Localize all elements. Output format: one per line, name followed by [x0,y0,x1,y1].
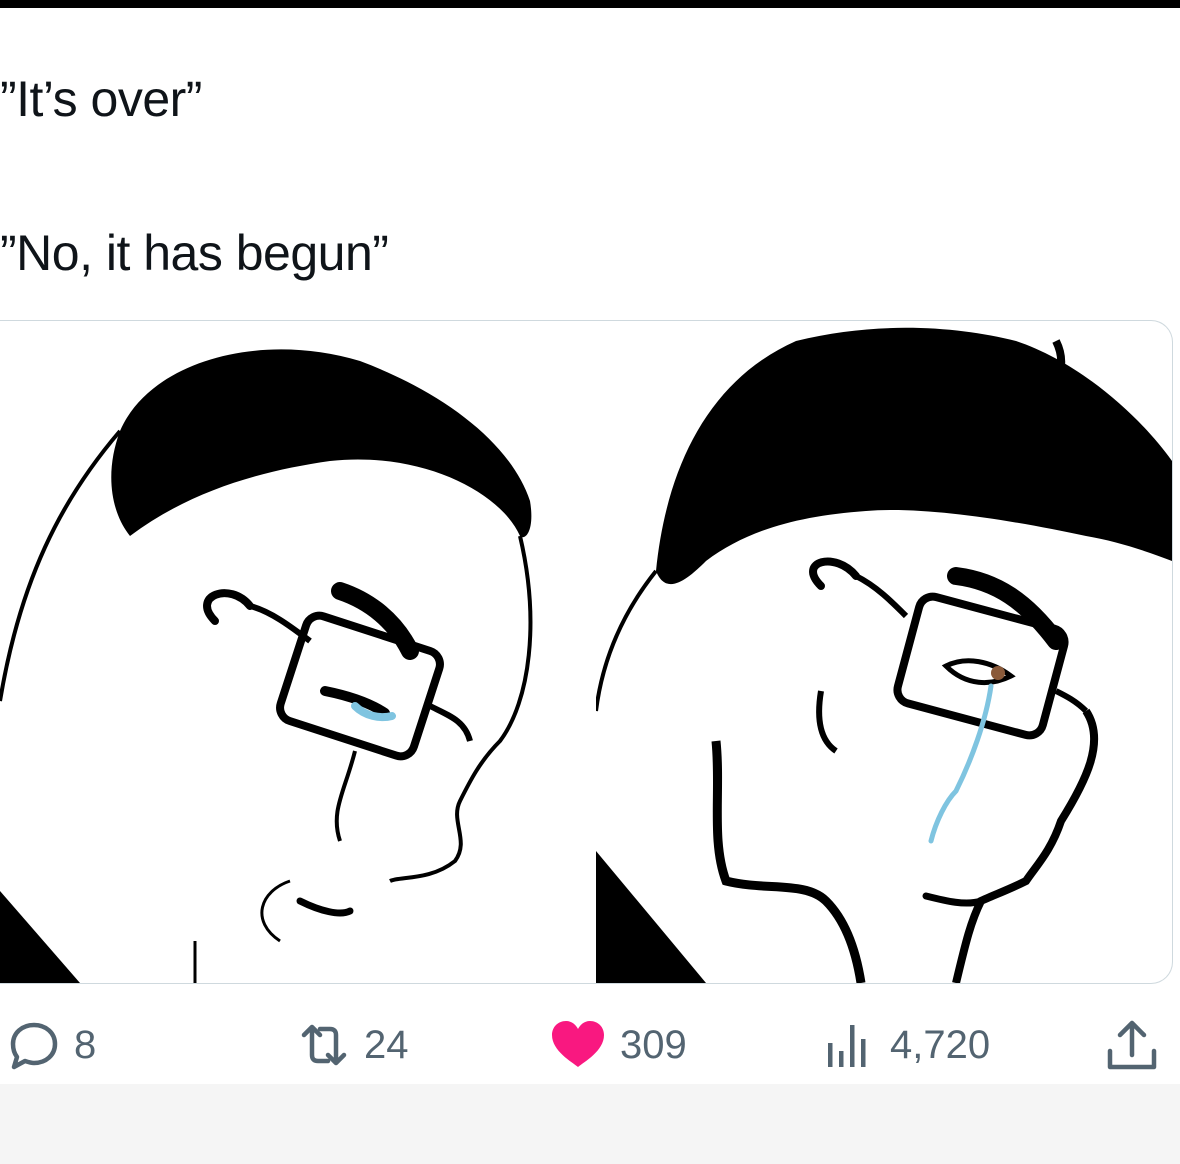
nose-line-left [334,750,357,842]
reply-button[interactable]: 8 [6,1010,96,1080]
glasses-bridge-left [428,703,473,742]
ear-right [809,557,860,590]
shoulder-left [0,891,80,983]
reply-count: 8 [74,1022,97,1067]
retweet-count: 24 [364,1022,409,1067]
hair-right [656,327,1172,585]
mouth-right [922,892,985,907]
chin-left [260,879,291,943]
retweet-icon [296,1017,352,1073]
head-outline-right [596,569,658,712]
bottom-area [0,1084,1180,1164]
media-image-left[interactable] [0,321,590,983]
face-outline-right [952,708,1099,983]
head-outline-left [0,429,122,702]
share-button[interactable] [1102,1010,1162,1080]
share-icon [1102,1015,1162,1075]
tweet-media[interactable] [0,320,1173,984]
media-image-right[interactable] [596,321,1172,983]
like-icon [548,1017,608,1073]
reply-icon [6,1017,62,1073]
mouth-left [296,897,354,917]
views-icon [822,1017,878,1073]
neck-right [711,740,866,983]
cheek-mark-right [816,690,838,754]
tweet-actions: 8 24 309 4,720 [0,1010,1180,1090]
face-outline-left [389,535,533,883]
hair-left [111,349,532,538]
glasses-lens-left [276,611,444,761]
top-border [0,0,1180,8]
retweet-button[interactable]: 24 [296,1010,409,1080]
like-button[interactable]: 309 [548,1010,687,1080]
like-count: 309 [620,1022,687,1067]
glasses-temple-right [854,573,909,619]
shoulder-right [596,851,706,983]
views-button[interactable]: 4,720 [822,1010,990,1080]
tweet-text-line-2: ”No, it has begun” [0,225,389,281]
tweet-text-line-1: ”It’s over” [0,71,202,127]
ear-left [203,589,254,625]
views-count: 4,720 [890,1022,991,1067]
glasses-bridge-right [1054,688,1089,714]
